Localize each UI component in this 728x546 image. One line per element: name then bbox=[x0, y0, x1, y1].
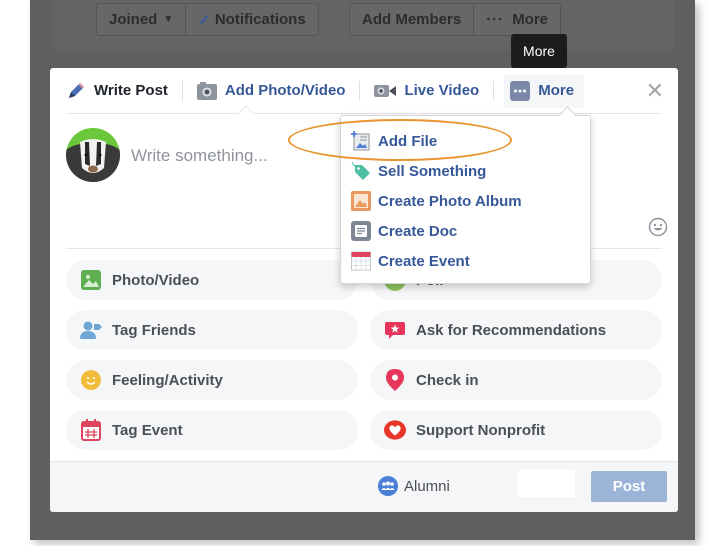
tab-live-video[interactable]: Live Video bbox=[374, 68, 493, 114]
caret-down-icon: ▼ bbox=[163, 14, 174, 25]
add-file-icon bbox=[351, 131, 371, 151]
group-actions-button-group: Add Members ··· More bbox=[349, 3, 562, 36]
event-calendar-icon bbox=[80, 419, 102, 441]
tab-label: Write Post bbox=[94, 82, 168, 99]
more-dots-icon: ··· bbox=[486, 11, 505, 28]
menu-item-create-doc[interactable]: Create Doc bbox=[351, 218, 457, 244]
action-support-nonprofit[interactable]: Support Nonprofit bbox=[370, 410, 662, 450]
tag-friends-icon bbox=[80, 319, 102, 341]
photo-icon bbox=[80, 269, 102, 291]
price-tag-icon bbox=[351, 161, 371, 181]
action-label: Check in bbox=[416, 371, 479, 389]
camera-icon bbox=[196, 81, 217, 100]
photo-album-icon bbox=[351, 191, 371, 211]
tab-label: Add Photo/Video bbox=[224, 82, 346, 99]
calendar-icon bbox=[351, 251, 371, 271]
action-label: Support Nonprofit bbox=[416, 421, 546, 439]
add-members-label: Add Members bbox=[362, 11, 462, 28]
pencil-icon bbox=[66, 81, 86, 101]
tab-label: More bbox=[538, 82, 575, 99]
tab-write-post[interactable]: Write Post bbox=[66, 68, 182, 114]
tab-divider bbox=[181, 80, 183, 101]
composer-tabs: Write Post Add Photo/Video Live Video Mo… bbox=[66, 68, 662, 114]
joined-button[interactable]: Joined ▼ bbox=[97, 4, 187, 35]
menu-item-label: Add File bbox=[378, 132, 438, 150]
menu-item-create-event[interactable]: Create Event bbox=[351, 248, 470, 274]
group-header: Joined ▼ ✓ Notifications Add Members ···… bbox=[52, 0, 674, 51]
action-label: Ask for Recommendations bbox=[416, 321, 607, 339]
post-text-input[interactable]: Write something... bbox=[131, 146, 268, 166]
action-feeling-activity[interactable]: Feeling/Activity bbox=[66, 360, 358, 400]
privacy-placeholder bbox=[518, 470, 575, 497]
menu-item-label: Create Event bbox=[378, 252, 470, 270]
post-button[interactable]: Post bbox=[591, 471, 667, 502]
more-menu: Add File Sell Something Create Photo Alb… bbox=[340, 115, 591, 284]
recommendation-icon bbox=[384, 319, 406, 341]
action-ask-recommendations[interactable]: Ask for Recommendations bbox=[370, 310, 662, 350]
tooltip-text: More bbox=[523, 43, 555, 59]
add-members-button[interactable]: Add Members bbox=[350, 4, 475, 35]
group-more-button[interactable]: ··· More bbox=[474, 4, 560, 35]
close-icon[interactable]: ✕ bbox=[646, 80, 664, 102]
tab-label: Live Video bbox=[404, 82, 480, 99]
more-dots-icon bbox=[510, 80, 531, 101]
tab-add-photo-video[interactable]: Add Photo/Video bbox=[196, 68, 360, 114]
membership-button-group: Joined ▼ ✓ Notifications bbox=[96, 3, 319, 36]
action-tag-friends[interactable]: Tag Friends bbox=[66, 310, 358, 350]
emoji-icon[interactable] bbox=[648, 217, 668, 237]
menu-item-label: Create Doc bbox=[378, 222, 458, 240]
menu-item-add-file[interactable]: Add File bbox=[351, 128, 437, 154]
action-label: Photo/Video bbox=[112, 271, 200, 289]
action-photo-video[interactable]: Photo/Video bbox=[66, 260, 358, 300]
action-tag-event[interactable]: Tag Event bbox=[66, 410, 358, 450]
group-more-label: More bbox=[512, 11, 549, 28]
menu-item-label: Sell Something bbox=[378, 162, 487, 180]
notifications-label: Notifications bbox=[214, 11, 306, 28]
more-tooltip: More bbox=[511, 34, 567, 73]
tab-divider bbox=[359, 80, 361, 101]
menu-item-create-photo-album[interactable]: Create Photo Album bbox=[351, 188, 522, 214]
notifications-button[interactable]: ✓ Notifications bbox=[186, 4, 317, 35]
audience-selector[interactable]: Alumni bbox=[378, 476, 450, 496]
joined-label: Joined bbox=[109, 11, 158, 28]
tab-more[interactable]: More bbox=[504, 73, 585, 108]
menu-item-label: Create Photo Album bbox=[378, 192, 522, 210]
tab-divider bbox=[493, 80, 495, 101]
doc-icon bbox=[351, 221, 371, 241]
menu-item-sell-something[interactable]: Sell Something bbox=[351, 158, 486, 184]
action-label: Tag Friends bbox=[112, 321, 196, 339]
location-pin-icon bbox=[384, 369, 406, 391]
action-label: Tag Event bbox=[112, 421, 183, 439]
group-icon bbox=[378, 476, 398, 496]
avatar bbox=[66, 128, 120, 182]
nonprofit-heart-icon bbox=[384, 419, 406, 441]
action-label: Feeling/Activity bbox=[112, 371, 223, 389]
audience-label: Alumni bbox=[404, 477, 450, 495]
checkmark-icon: ✓ bbox=[198, 11, 211, 29]
smiley-icon bbox=[80, 369, 102, 391]
video-camera-icon bbox=[374, 83, 397, 99]
composer-footer: Alumni Post bbox=[50, 461, 678, 512]
action-check-in[interactable]: Check in bbox=[370, 360, 662, 400]
